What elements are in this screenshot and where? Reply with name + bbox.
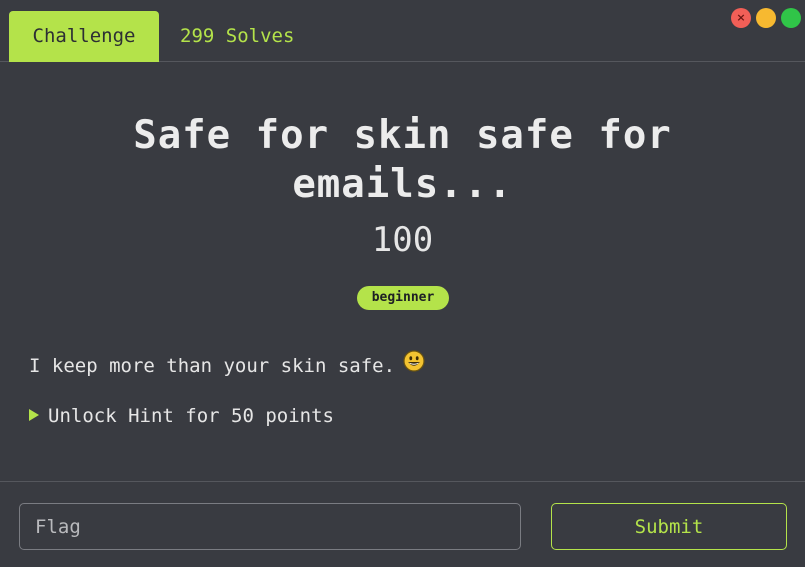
triangle-right-icon xyxy=(29,409,39,421)
tab-solves[interactable]: 299 Solves xyxy=(180,11,294,62)
grinning-face-emoji-icon xyxy=(403,349,425,380)
challenge-description: I keep more than your skin safe. xyxy=(29,349,425,380)
maximize-icon[interactable] xyxy=(781,8,801,28)
tab-challenge[interactable]: Challenge xyxy=(9,11,159,62)
hint-label: Unlock Hint for 50 points xyxy=(48,405,334,427)
challenge-title: Safe for skin safe for emails... xyxy=(133,113,672,207)
tab-bar: Challenge 299 Solves × xyxy=(0,0,805,62)
submit-button[interactable]: Submit xyxy=(551,503,787,550)
challenge-points: 100 xyxy=(371,220,434,260)
description-text: I keep more than your skin safe. xyxy=(29,355,396,377)
close-icon[interactable]: × xyxy=(731,8,751,28)
unlock-hint-toggle[interactable]: Unlock Hint for 50 points xyxy=(29,402,334,430)
minimize-icon[interactable] xyxy=(756,8,776,28)
flag-input[interactable] xyxy=(19,503,521,550)
challenge-modal: Challenge 299 Solves × Safe for skin saf… xyxy=(0,0,805,567)
category-badge: beginner xyxy=(357,286,449,310)
submission-footer: Submit xyxy=(0,481,805,567)
